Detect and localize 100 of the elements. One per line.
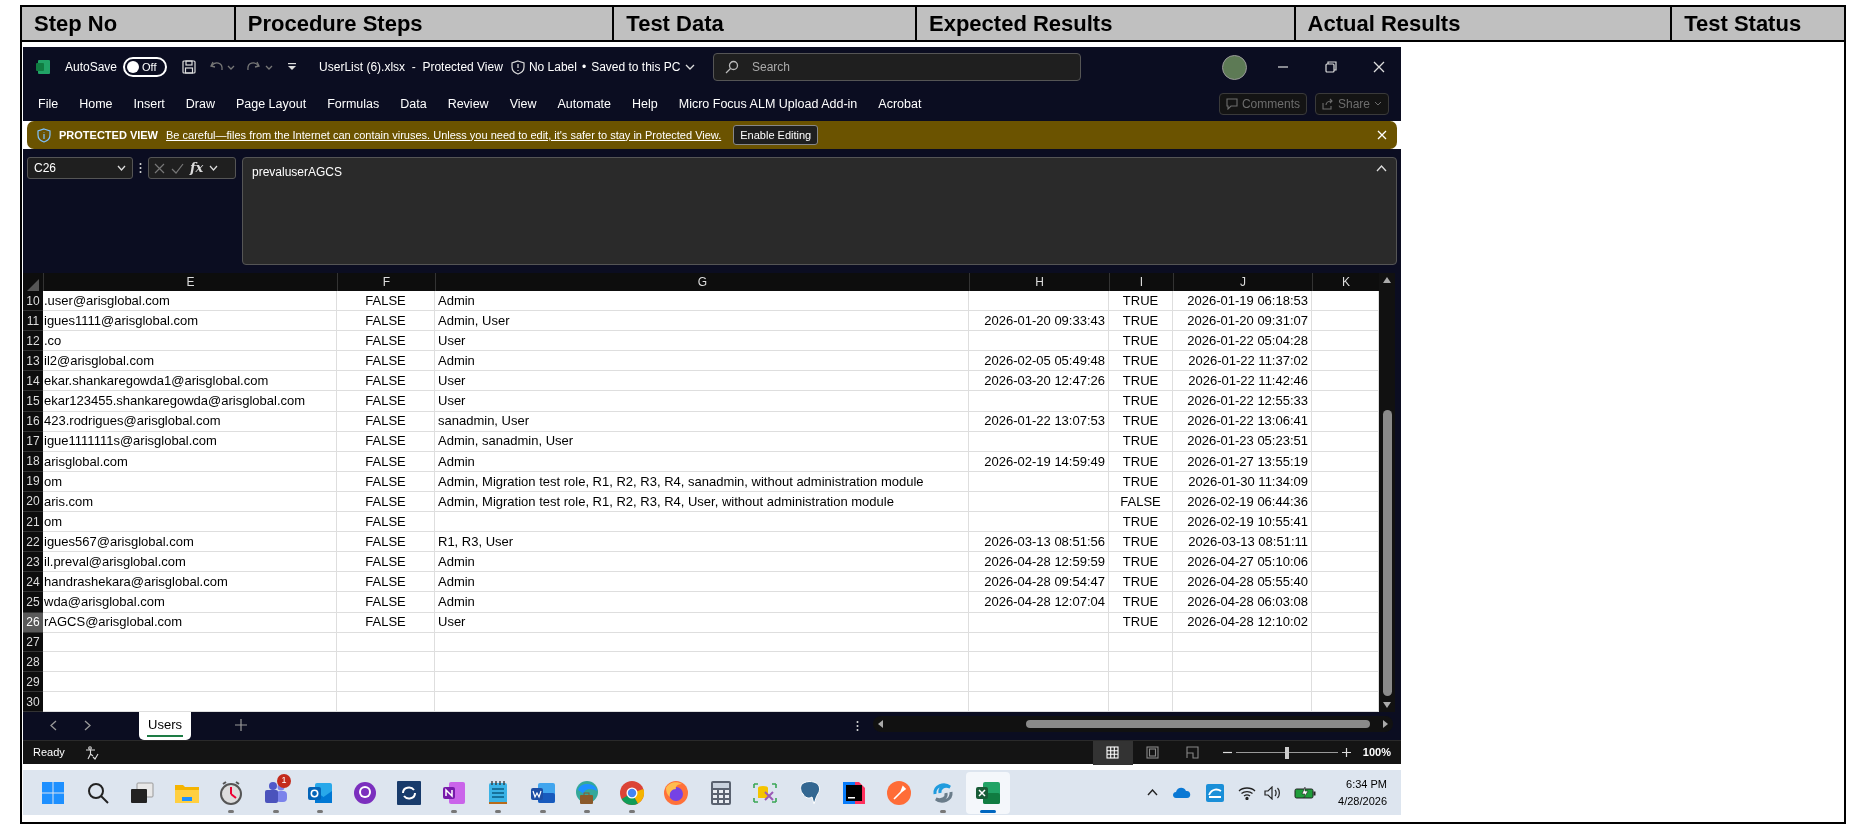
sensitivity-label[interactable]: No Label [528, 58, 577, 76]
save-status[interactable]: Saved to this PC [591, 58, 681, 76]
row-number[interactable]: 17 [23, 431, 43, 452]
restore-icon[interactable] [1325, 61, 1337, 73]
round-app-icon[interactable] [352, 780, 377, 805]
next-sheet-icon[interactable] [84, 720, 91, 731]
insert-function-button[interactable]: fx [190, 158, 204, 178]
calculator-icon[interactable] [709, 779, 732, 806]
scroll-down-icon[interactable] [1382, 701, 1392, 709]
row-number[interactable]: 16 [23, 411, 43, 432]
mail-app-icon[interactable] [307, 780, 334, 805]
row-number[interactable]: 14 [23, 371, 43, 392]
more-options-icon[interactable] [139, 162, 142, 174]
row-number[interactable]: 25 [23, 592, 43, 613]
ribbon-tab[interactable]: Formulas [327, 94, 380, 114]
taskbar-app-button[interactable]: 1 [253, 771, 298, 814]
taskbar-app-button[interactable] [965, 771, 1010, 814]
slider-thumb[interactable] [1284, 746, 1289, 759]
row-number[interactable]: 19 [23, 471, 43, 492]
cancel-icon[interactable] [154, 162, 165, 174]
avatar[interactable] [1222, 54, 1247, 80]
chevron-up-icon[interactable] [1147, 789, 1159, 796]
document-app-icon[interactable] [529, 780, 556, 805]
cloud-icon[interactable] [1172, 786, 1193, 799]
app-tray-icon[interactable] [1206, 783, 1225, 802]
spreadsheet-app-icon[interactable] [974, 779, 1001, 806]
row-number[interactable]: 12 [23, 331, 43, 352]
customize-toolbar-icon[interactable] [287, 62, 298, 72]
ribbon-tab[interactable]: Acrobat [878, 94, 922, 114]
save-icon[interactable] [181, 59, 198, 75]
scroll-left-icon[interactable] [877, 719, 884, 729]
row-number[interactable]: 20 [23, 491, 43, 513]
enable-editing-button[interactable]: Enable Editing [733, 125, 819, 145]
autosave-toggle[interactable]: Off [123, 57, 168, 77]
ide-app-icon[interactable] [841, 779, 868, 806]
notebook-app-icon[interactable] [441, 780, 466, 805]
clock-time[interactable]: 6:34 PM [1346, 775, 1387, 793]
ribbon-tab[interactable]: Help [632, 94, 658, 114]
windows-logo-icon[interactable] [41, 780, 66, 805]
vertical-scrollbar[interactable] [1379, 273, 1395, 712]
ribbon-tab[interactable]: Micro Focus ALM Upload Add-in [678, 94, 858, 114]
add-sheet-icon[interactable] [235, 719, 247, 731]
previous-sheet-icon[interactable] [50, 720, 57, 731]
search-field[interactable]: Search [713, 53, 1081, 81]
row-number[interactable]: 27 [23, 632, 43, 653]
scroll-thumb[interactable] [1026, 720, 1370, 728]
clock-date[interactable]: 4/28/2026 [1338, 792, 1387, 810]
ribbon-tab[interactable]: View [509, 94, 537, 114]
formula-field[interactable]: prevaluserAGCS [242, 157, 1397, 265]
row-number[interactable]: 29 [23, 672, 43, 693]
task-view-icon[interactable] [130, 781, 155, 804]
row-number[interactable]: 28 [23, 652, 43, 673]
row-number[interactable]: 13 [23, 351, 43, 372]
zoom-level[interactable]: 100% [1362, 744, 1391, 761]
row-number[interactable]: 24 [23, 572, 43, 593]
scroll-up-icon[interactable] [1382, 276, 1392, 284]
caret-icon[interactable] [209, 165, 219, 171]
more-options-icon[interactable] [856, 720, 859, 732]
notepad-icon[interactable] [487, 779, 510, 806]
wifi-icon[interactable] [1238, 785, 1257, 800]
protected-view-message-link[interactable]: Be careful—files from the Internet can contain viruses. Unless you need to edit, it's safer to stay in Protected View. [166, 126, 722, 144]
check-icon[interactable] [171, 162, 184, 174]
zoom-in-icon[interactable] [1341, 748, 1351, 757]
search-icon[interactable] [86, 781, 109, 804]
row-number[interactable]: 11 [23, 311, 43, 332]
sheet-tab[interactable]: Users [139, 712, 191, 740]
horizontal-scrollbar[interactable] [873, 716, 1393, 732]
zoom-slider[interactable] [1235, 746, 1338, 759]
ribbon-tab[interactable]: Draw [185, 94, 215, 114]
ribbon-tab[interactable]: Page Layout [235, 94, 307, 114]
ribbon-tab[interactable]: Home [79, 94, 113, 114]
row-number[interactable]: 10 [23, 291, 43, 312]
collapse-icon[interactable] [1376, 165, 1387, 172]
spreadsheet-cell [1109, 632, 1173, 653]
row-number[interactable]: 22 [23, 532, 43, 553]
ribbon-tab[interactable]: File [38, 94, 59, 114]
ribbon-tab[interactable]: Automate [557, 94, 612, 114]
ribbon-tab[interactable]: Insert [133, 94, 165, 114]
normal-view-icon[interactable] [1092, 740, 1133, 765]
browser-icon[interactable] [574, 779, 601, 806]
row-number[interactable]: 15 [23, 391, 43, 412]
row-number[interactable]: 18 [23, 451, 43, 472]
name-box[interactable]: C26 [27, 157, 133, 179]
speaker-icon[interactable] [1264, 785, 1283, 800]
row-number[interactable]: 30 [23, 692, 43, 712]
row-number[interactable]: 23 [23, 552, 43, 573]
row-number[interactable]: 21 [23, 512, 43, 533]
row-number[interactable]: 26 [23, 612, 43, 633]
scroll-thumb[interactable] [1382, 409, 1392, 696]
battery-charging-icon[interactable] [1294, 786, 1317, 799]
browser-icon[interactable] [618, 779, 645, 806]
clock-icon[interactable] [219, 780, 244, 805]
scroll-right-icon[interactable] [1382, 719, 1389, 729]
ribbon-tab[interactable]: Data [400, 94, 427, 114]
chevron-down-icon[interactable] [684, 63, 695, 71]
swirl-app-icon[interactable] [397, 780, 422, 805]
accessibility-icon[interactable] [84, 745, 99, 760]
close-icon[interactable] [1373, 61, 1385, 73]
ribbon-tab[interactable]: Review [447, 94, 489, 114]
browser-icon[interactable] [663, 779, 690, 806]
